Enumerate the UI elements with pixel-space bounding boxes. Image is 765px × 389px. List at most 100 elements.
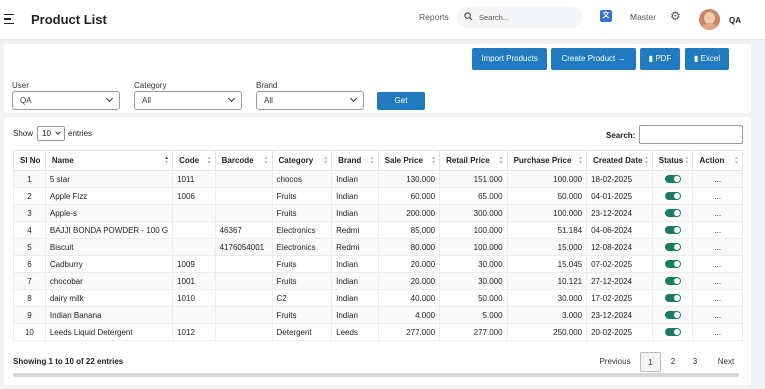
excel-label: Excel bbox=[700, 54, 721, 63]
column-header-retail-price[interactable]: Retail Price ▲ ▼ bbox=[439, 150, 508, 171]
cell-retail: 151.000 bbox=[439, 170, 508, 188]
cell-code: 1011 bbox=[172, 170, 216, 188]
action-menu-button[interactable]: ... bbox=[692, 221, 743, 239]
chevron-down-icon bbox=[349, 94, 358, 103]
column-header-label: Category bbox=[278, 156, 314, 165]
cell-category: Detergent bbox=[271, 323, 333, 341]
column-header-name[interactable]: Name ▲ ▼ bbox=[44, 150, 174, 171]
cell-brand: Indian bbox=[331, 170, 379, 188]
cell-retail: 100.000 bbox=[439, 238, 508, 256]
arrow-right-icon: → bbox=[617, 54, 626, 63]
column-header-code[interactable]: Code ▲ ▼ bbox=[172, 150, 216, 171]
menu-icon[interactable] bbox=[4, 14, 14, 25]
table-search-input[interactable] bbox=[639, 125, 743, 144]
horizontal-scrollbar[interactable] bbox=[13, 373, 739, 377]
action-menu-button[interactable]: ... bbox=[692, 323, 743, 341]
status-toggle[interactable] bbox=[664, 192, 681, 201]
translate-icon[interactable]: 文 bbox=[600, 10, 612, 22]
get-button[interactable]: Get bbox=[377, 92, 425, 110]
cell-purchase: 30.000 bbox=[506, 289, 588, 307]
cell-name: Leeds Liquid Detergent bbox=[44, 323, 174, 341]
column-header-created-date[interactable]: Created Date ▲ ▼ bbox=[586, 150, 653, 171]
create-product-button[interactable]: Create Product → bbox=[551, 48, 636, 70]
status-toggle[interactable] bbox=[664, 175, 681, 184]
status-toggle[interactable] bbox=[664, 226, 681, 235]
status-toggle[interactable] bbox=[664, 260, 681, 269]
status-toggle[interactable] bbox=[664, 277, 681, 286]
cell-retail: 50.000 bbox=[439, 289, 508, 307]
import-products-button[interactable]: Import Products bbox=[472, 48, 547, 70]
cell-brand: Indian bbox=[331, 187, 379, 205]
sort-icon: ▲ ▼ bbox=[369, 155, 375, 166]
excel-button[interactable]: ▮ Excel bbox=[685, 48, 729, 70]
reports-link[interactable]: Reports bbox=[419, 12, 449, 22]
status-toggle[interactable] bbox=[664, 311, 681, 320]
cell-brand: Leeds bbox=[331, 323, 379, 341]
cell-sale: 277.000 bbox=[377, 323, 441, 341]
cell-status bbox=[651, 221, 694, 239]
brand-select[interactable]: All bbox=[256, 91, 364, 110]
status-toggle[interactable] bbox=[664, 243, 681, 252]
column-header-brand[interactable]: Brand ▲ ▼ bbox=[331, 150, 379, 171]
column-header-barcode[interactable]: Barcode ▲ ▼ bbox=[214, 150, 273, 171]
column-header-purchase-price[interactable]: Purchase Price ▲ ▼ bbox=[506, 150, 588, 171]
column-header-sale-price[interactable]: Sale Price ▲ ▼ bbox=[377, 150, 441, 171]
status-toggle[interactable] bbox=[664, 328, 681, 337]
sort-icon: ▲ ▼ bbox=[431, 155, 437, 166]
table-row: 4 BAJJI BONDA POWDER - 100 G 46367 Electron… bbox=[13, 221, 743, 239]
cell-name: Apple Fizz bbox=[44, 187, 174, 205]
cell-purchase: 10.121 bbox=[506, 272, 588, 290]
page-size-select[interactable]: 10 bbox=[37, 126, 65, 141]
cell-category: Fruits bbox=[271, 255, 333, 273]
cell-date: 07-02-2025 bbox=[586, 255, 653, 273]
cell-sale: 20.000 bbox=[377, 272, 441, 290]
next-button[interactable]: Next bbox=[712, 352, 740, 372]
pdf-button[interactable]: ▮ PDF bbox=[640, 48, 680, 70]
page-1-button[interactable]: 1 bbox=[640, 352, 661, 372]
cell-status bbox=[651, 323, 694, 341]
action-menu-button[interactable]: ... bbox=[692, 187, 743, 205]
page-size-value: 10 bbox=[42, 129, 51, 138]
cell-category: Fruits bbox=[271, 187, 333, 205]
action-menu-button[interactable]: ... bbox=[692, 170, 743, 188]
table-row: 10 Leeds Liquid Detergent 1012 Detergent Lee… bbox=[13, 323, 743, 341]
user-select[interactable]: QA bbox=[12, 91, 120, 110]
cell-category: C2 bbox=[271, 289, 333, 307]
column-header-label: Purchase Price bbox=[513, 156, 572, 165]
page-3-button[interactable]: 3 bbox=[686, 352, 704, 372]
action-menu-button[interactable]: ... bbox=[692, 255, 743, 273]
column-header-label: Status bbox=[658, 156, 684, 165]
page-2-button[interactable]: 2 bbox=[664, 352, 682, 372]
status-toggle[interactable] bbox=[664, 209, 681, 218]
previous-button[interactable]: Previous bbox=[595, 352, 635, 372]
action-menu-button[interactable]: ... bbox=[692, 289, 743, 307]
action-menu-button[interactable]: ... bbox=[692, 238, 743, 256]
cell-purchase: 51.184 bbox=[506, 221, 588, 239]
action-menu-button[interactable]: ... bbox=[692, 272, 743, 290]
action-menu-button[interactable]: ... bbox=[692, 306, 743, 324]
cell-status bbox=[651, 272, 694, 290]
cell-purchase: 15.000 bbox=[506, 238, 588, 256]
cell-category: Electronics bbox=[271, 238, 333, 256]
cell-purchase: 3.000 bbox=[506, 306, 588, 324]
gear-icon[interactable]: ⚙ bbox=[670, 9, 681, 23]
column-header-action[interactable]: Action ▲ ▼ bbox=[692, 150, 743, 171]
column-header-status[interactable]: Status ▲ ▼ bbox=[651, 150, 694, 171]
user-name[interactable]: QA bbox=[729, 16, 741, 25]
cell-sl: 5 bbox=[13, 238, 46, 256]
sort-icon: ▲ ▼ bbox=[263, 155, 269, 166]
search-input[interactable]: Search... bbox=[457, 6, 582, 28]
file-icon: ▮ bbox=[648, 54, 654, 63]
column-header-category[interactable]: Category ▲ ▼ bbox=[271, 150, 333, 171]
category-select[interactable]: All bbox=[134, 91, 242, 110]
cell-category: Fruits bbox=[271, 306, 333, 324]
cell-barcode: 46367 bbox=[214, 221, 273, 239]
column-header-label: Action bbox=[699, 156, 725, 165]
master-link[interactable]: Master bbox=[630, 12, 656, 22]
cell-code bbox=[172, 204, 216, 222]
status-toggle[interactable] bbox=[664, 294, 681, 303]
table-row: 7 chocobar 1001 Fruits Indian 20.000 30.000 10.… bbox=[13, 272, 743, 290]
avatar[interactable] bbox=[699, 9, 720, 30]
cell-purchase: 100.000 bbox=[506, 204, 588, 222]
action-menu-button[interactable]: ... bbox=[692, 204, 743, 222]
